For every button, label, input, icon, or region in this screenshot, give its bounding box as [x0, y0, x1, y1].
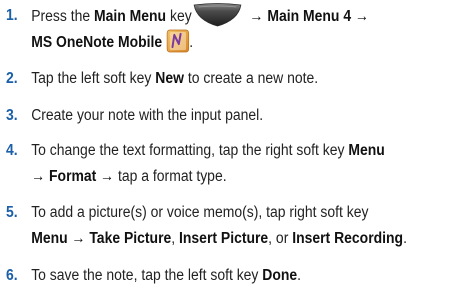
step-text: Press the Main Menu key → Main Menu 4 → …: [31, 3, 369, 55]
text-segment: .: [189, 34, 194, 51]
text-segment: To save the note, tap the left soft key: [31, 267, 263, 284]
main-menu-key-icon: [193, 3, 242, 27]
menu-path: Menu → Take Picture: [31, 230, 172, 247]
menu-path: → Main Menu 4 →: [245, 8, 369, 25]
text-segment: key: [166, 8, 192, 25]
soft-key-label: New: [155, 70, 184, 87]
text-segment: .: [403, 230, 407, 247]
step-number: 5.: [6, 204, 18, 221]
step-text: To save the note, tap the left soft key …: [31, 263, 301, 289]
soft-key-label: Menu: [348, 142, 385, 159]
step-number: 4.: [6, 142, 18, 159]
step-text: Create your note with the input panel.: [31, 103, 263, 129]
step-line: Tap the left soft key New to create a ne…: [31, 66, 318, 92]
text-segment: Tap the left soft key: [31, 70, 156, 87]
text-segment: , or: [268, 230, 293, 247]
text-segment: To change the text formatting, tap the r…: [31, 142, 349, 159]
step-line: MS OneNote Mobile .: [31, 29, 369, 55]
step-line: → Format → tap a format type.: [31, 164, 385, 190]
main-menu-label: Main Menu: [94, 8, 167, 25]
step-text: To add a picture(s) or voice memo(s), ta…: [31, 200, 407, 252]
text-segment: .: [297, 267, 302, 284]
text-segment: to create a new note.: [183, 70, 319, 87]
soft-key-label: Done: [262, 267, 298, 284]
step-line: Create your note with the input panel.: [31, 107, 264, 124]
step-number: 1.: [6, 7, 18, 24]
step-line: To add a picture(s) or voice memo(s), ta…: [31, 204, 369, 221]
step-text: To change the text formatting, tap the r…: [31, 138, 385, 190]
text-segment: tap a format type.: [114, 168, 227, 185]
step-line: Menu → Take Picture, Insert Picture, or …: [31, 226, 407, 252]
instruction-steps: 1. Press the Main Menu key → Main Menu 4…: [0, 0, 467, 301]
step-number: 2.: [6, 70, 18, 87]
menu-path: → Format →: [31, 168, 115, 185]
onenote-label: MS OneNote Mobile: [31, 34, 163, 51]
step-line: To save the note, tap the left soft key …: [31, 263, 301, 289]
step-number: 3.: [6, 107, 18, 124]
step-text: Tap the left soft key New to create a ne…: [31, 66, 318, 92]
menu-option: Insert Picture: [179, 230, 269, 247]
step-number: 6.: [6, 267, 18, 284]
step-line: Press the Main Menu key → Main Menu 4 →: [31, 3, 369, 29]
text-segment: Press the: [31, 8, 95, 25]
step-line: To change the text formatting, tap the r…: [31, 138, 385, 164]
menu-option: Insert Recording: [292, 230, 404, 247]
onenote-icon: [166, 29, 189, 53]
